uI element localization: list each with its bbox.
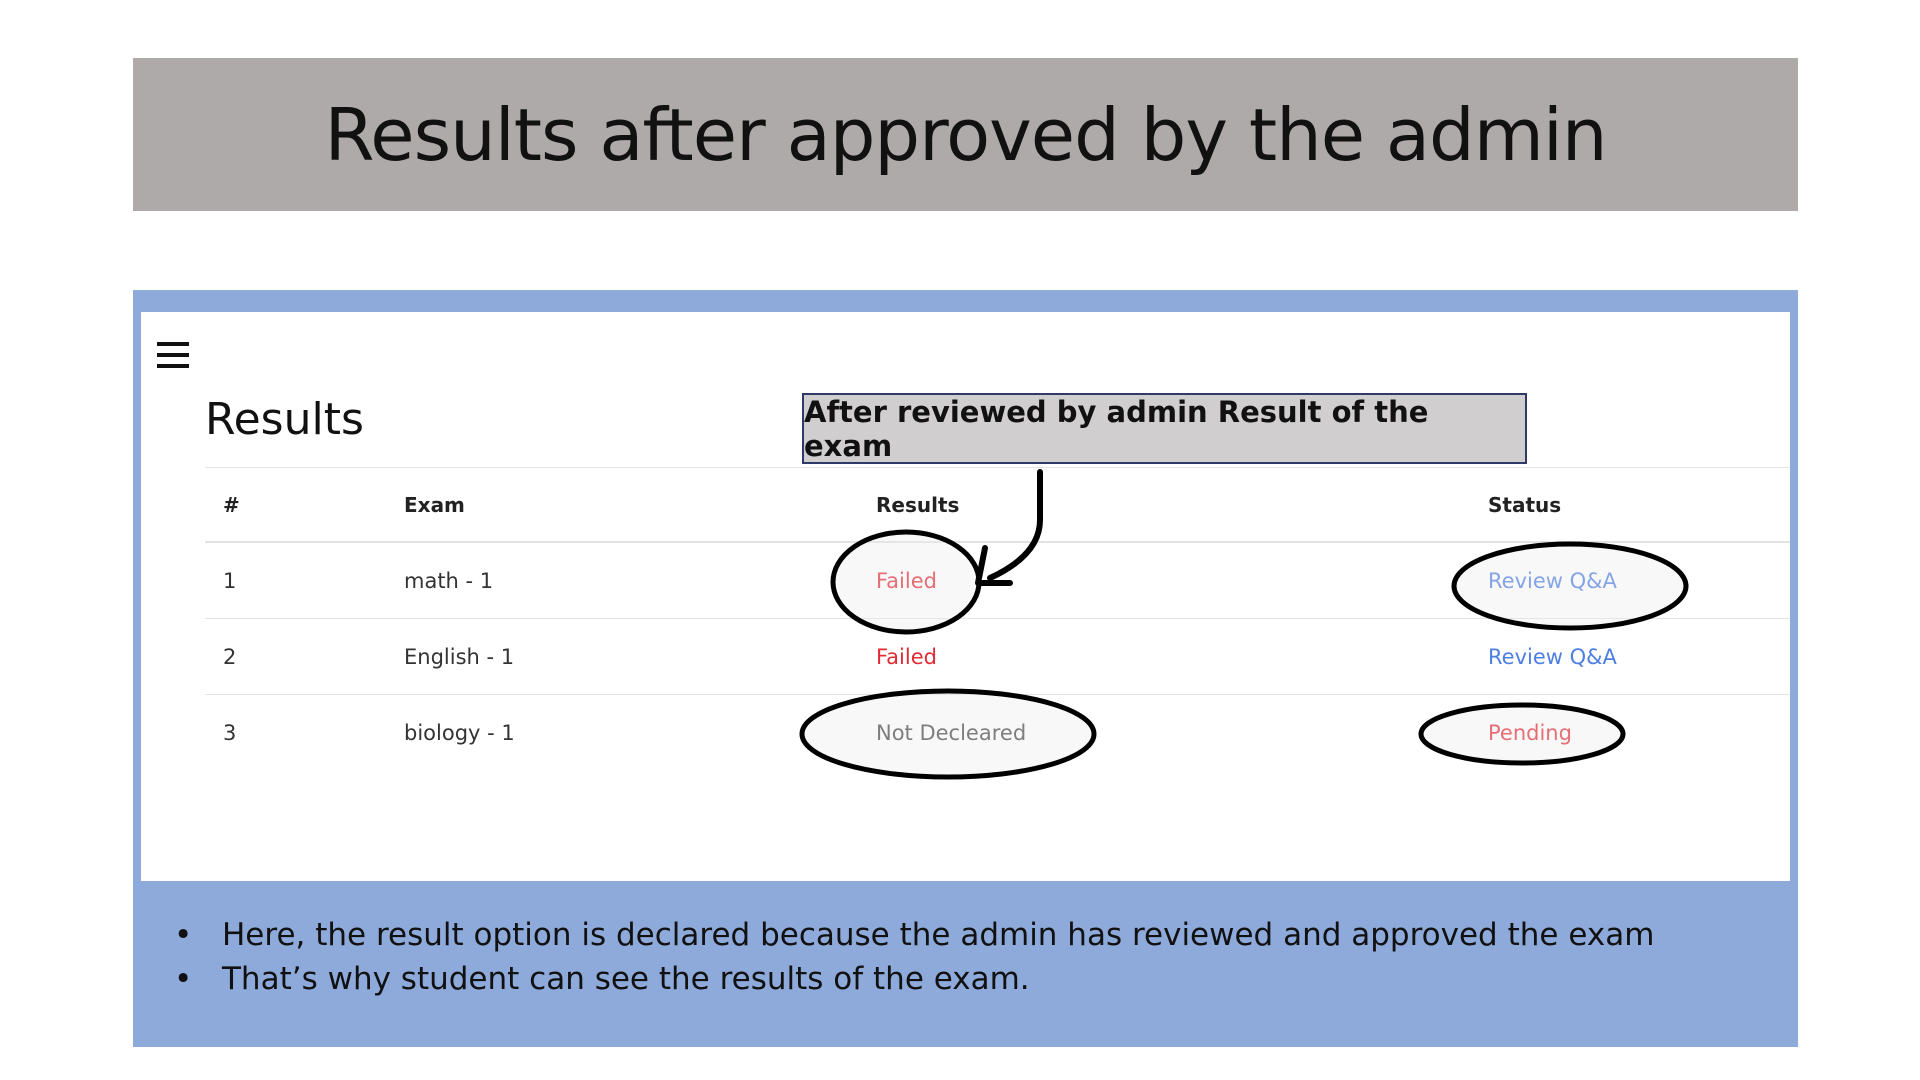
review-qa-link[interactable]: Review Q&A [1488,645,1617,669]
row-result-not-declared: Not Decleared [876,721,1027,745]
row-result-failed: Failed [876,568,937,593]
header-results: Results [876,492,960,517]
row-exam: biology - 1 [404,721,515,745]
row-number: 1 [223,568,237,593]
row-exam: English - 1 [404,644,515,669]
table-row: 3 biology - 1 Not Decleared Pending [205,695,1790,771]
table-header: # Exam Results Status [205,467,1790,543]
header-status: Status [1488,492,1562,517]
review-qa-link[interactable]: Review Q&A [1488,569,1617,593]
row-number: 2 [223,644,237,669]
header-exam: Exam [404,492,465,517]
results-table: # Exam Results Status 1 math - 1 Failed … [205,467,1790,771]
row-exam: math - 1 [404,568,494,593]
page-title: Results [205,394,364,445]
slide-title-banner: Results after approved by the admin [133,58,1798,211]
header-number: # [223,492,240,517]
status-pending: Pending [1488,721,1572,745]
slide-notes: Here, the result option is declared beca… [170,913,1770,1001]
hamburger-menu-icon[interactable] [157,342,189,370]
note-item: Here, the result option is declared beca… [170,913,1770,957]
row-result-failed: Failed [876,644,937,669]
table-row: 1 math - 1 Failed Review Q&A [205,543,1790,619]
table-row: 2 English - 1 Failed Review Q&A [205,619,1790,695]
app-screenshot: Results After reviewed by admin Result o… [141,312,1790,881]
note-item: That’s why student can see the results o… [170,957,1770,1001]
row-number: 3 [223,721,237,745]
slide-title: Results after approved by the admin [324,92,1607,177]
annotation-callout: After reviewed by admin Result of the ex… [802,393,1527,464]
